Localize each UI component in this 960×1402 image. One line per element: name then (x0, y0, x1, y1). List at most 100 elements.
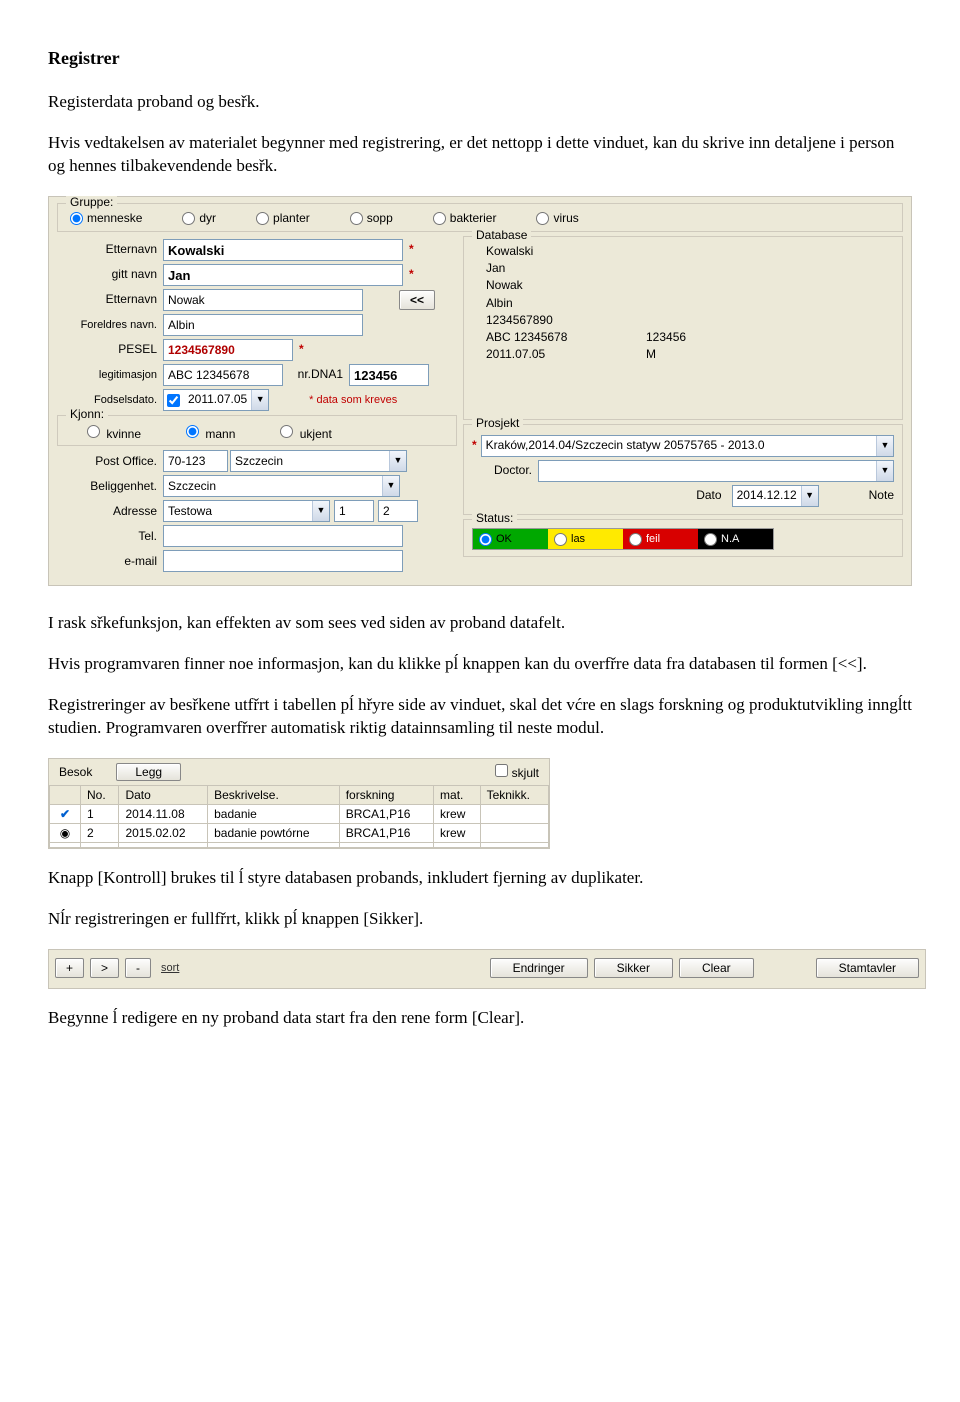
chevron-down-icon: ▼ (876, 461, 893, 481)
check-icon: ✔ (50, 804, 81, 823)
visits-add-button[interactable]: Legg (116, 763, 181, 781)
label-etternavn2: Etternavn (57, 293, 163, 306)
bottom-toolbar-screenshot: + > - sort Endringer Sikker Clear Stamta… (48, 949, 926, 989)
input-etternavn[interactable] (163, 239, 403, 261)
input-adresse-n2[interactable] (378, 500, 418, 522)
para-copy: Hvis programvaren finner noe informasjon… (48, 653, 912, 676)
doctor-select[interactable]: ▼ (538, 460, 894, 482)
group-legend: Gruppe: (66, 196, 117, 209)
group-radio-sopp[interactable]: sopp (350, 212, 393, 225)
para-sikker: Nĺr registreringen er fullfřrt, klikk pĺ… (48, 908, 912, 931)
toolbar-endringer-button[interactable]: Endringer (490, 958, 588, 978)
label-etternavn: Etternavn (57, 243, 163, 256)
prosjekt-legend: Prosjekt (472, 417, 523, 430)
group-radio-dyr[interactable]: dyr (182, 212, 216, 225)
db-fodselsdato: 2011.07.05 (486, 348, 646, 361)
kjonn-legend: Kjonn: (66, 408, 108, 421)
col-dato[interactable]: Dato (119, 785, 208, 804)
chevron-down-icon: ▼ (389, 451, 406, 471)
table-row[interactable]: ◉ 2 2015.02.02 badanie powtórne BRCA1,P1… (50, 823, 549, 842)
input-etternavn2[interactable] (163, 289, 363, 311)
input-gittnavn[interactable] (163, 264, 403, 286)
chevron-down-icon: ▼ (876, 436, 893, 456)
input-pesel[interactable] (163, 339, 293, 361)
input-adresse-n1[interactable] (334, 500, 374, 522)
input-foreldre[interactable] (163, 314, 363, 336)
label-adresse: Adresse (57, 505, 163, 518)
database-fieldset: Database Kowalski Jan Nowak Albin 123456… (463, 236, 903, 420)
db-foreldre: Albin (486, 297, 646, 310)
col-forsk[interactable]: forskning (339, 785, 433, 804)
col-tek[interactable]: Teknikk. (480, 785, 548, 804)
db-etternavn: Kowalski (486, 245, 646, 258)
status-radio-feil[interactable]: feil (623, 529, 698, 549)
label-doctor: Doctor. (472, 464, 538, 477)
kjonn-fieldset: Kjonn: kvinne mann ukjent (57, 415, 457, 446)
label-email: e-mail (57, 555, 163, 568)
para-kontroll: Knapp [Kontroll] brukes til ĺ styre data… (48, 867, 912, 890)
register-form-screenshot: Gruppe: menneske dyr planter sopp bakter… (48, 196, 912, 586)
toolbar-minus-button[interactable]: - (125, 958, 151, 978)
label-beliggenhet: Beliggenhet. (57, 480, 163, 493)
input-post-city[interactable]: Szczecin ▼ (230, 450, 407, 472)
input-post-zip[interactable] (163, 450, 228, 472)
db-nrdna: 123456 (646, 331, 686, 344)
page-title: Registrer (48, 48, 912, 69)
status-radio-na[interactable]: N.A (698, 529, 773, 549)
required-star: * (472, 439, 481, 452)
status-radio-ok[interactable]: OK (473, 529, 548, 549)
chevron-down-icon: ▼ (251, 390, 268, 410)
dato-select[interactable]: 2014.12.12 ▼ (732, 485, 819, 507)
label-fodselsdato: Fodselsdato. (57, 394, 163, 406)
input-email[interactable] (163, 550, 403, 572)
intro-line-2: Hvis vedtakelsen av materialet begynner … (48, 132, 912, 178)
table-row[interactable] (50, 842, 549, 847)
proband-fields: Etternavn * gitt navn * Etternavn << For… (57, 236, 457, 575)
db-pesel: 1234567890 (486, 314, 646, 327)
visits-title: Besok (59, 765, 92, 779)
input-beliggenhet[interactable]: Szczecin ▼ (163, 475, 400, 497)
label-nrdna: nr.DNA1 (283, 368, 349, 381)
input-nrdna[interactable] (349, 364, 429, 386)
prosjekt-fieldset: Prosjekt * Kraków,2014.04/Szczecin staty… (463, 424, 903, 515)
label-note: Note (869, 489, 894, 502)
col-beskr[interactable]: Beskrivelse. (208, 785, 340, 804)
toolbar-sikker-button[interactable]: Sikker (594, 958, 673, 978)
group-radio-planter[interactable]: planter (256, 212, 310, 225)
label-legitimasjon: legitimasjon (57, 369, 163, 381)
para-visits-intro: Registreringer av besřkene utfřrt i tabe… (48, 694, 912, 740)
visits-hidden-checkbox[interactable]: skjult (495, 764, 539, 780)
input-adresse[interactable]: Testowa ▼ (163, 500, 330, 522)
db-kjonn: M (646, 348, 656, 361)
col-no[interactable]: No. (81, 785, 119, 804)
status-radio-las[interactable]: las (548, 529, 623, 549)
kjonn-radio-mann[interactable]: mann (181, 422, 235, 441)
col-mat[interactable]: mat. (434, 785, 481, 804)
table-row[interactable]: ✔ 1 2014.11.08 badanie BRCA1,P16 krew (50, 804, 549, 823)
toolbar-sort-link[interactable]: sort (161, 962, 179, 974)
required-note: * data som kreves (309, 394, 397, 406)
label-pesel: PESEL (57, 343, 163, 356)
input-tel[interactable] (163, 525, 403, 547)
chevron-down-icon: ▼ (312, 501, 329, 521)
group-radio-bakterier[interactable]: bakterier (433, 212, 497, 225)
toolbar-clear-button[interactable]: Clear (679, 958, 754, 978)
group-radio-menneske[interactable]: menneske (70, 212, 142, 225)
label-dato: Dato (696, 489, 721, 502)
group-radio-virus[interactable]: virus (536, 212, 578, 225)
label-post: Post Office. (57, 455, 163, 468)
input-legitimasjon[interactable] (163, 364, 283, 386)
prosjekt-select[interactable]: Kraków,2014.04/Szczecin statyw 20575765 … (481, 435, 894, 457)
input-fodselsdato[interactable]: 2011.07.05 ▼ (163, 389, 269, 411)
toolbar-stamtavler-button[interactable]: Stamtavler (816, 958, 919, 978)
toolbar-plus-button[interactable]: + (55, 958, 84, 978)
kjonn-radio-ukjent[interactable]: ukjent (275, 422, 331, 441)
radio-icon: ◉ (50, 823, 81, 842)
toolbar-next-button[interactable]: > (90, 958, 119, 978)
para-clear: Begynne ĺ redigere en ny proband data st… (48, 1007, 912, 1030)
required-star: * (403, 268, 414, 281)
intro-line-1: Registerdata proband og besřk. (48, 91, 912, 114)
label-gittnavn: gitt navn (57, 268, 163, 281)
kjonn-radio-kvinne[interactable]: kvinne (82, 422, 141, 441)
copy-from-db-button[interactable]: << (399, 290, 435, 310)
